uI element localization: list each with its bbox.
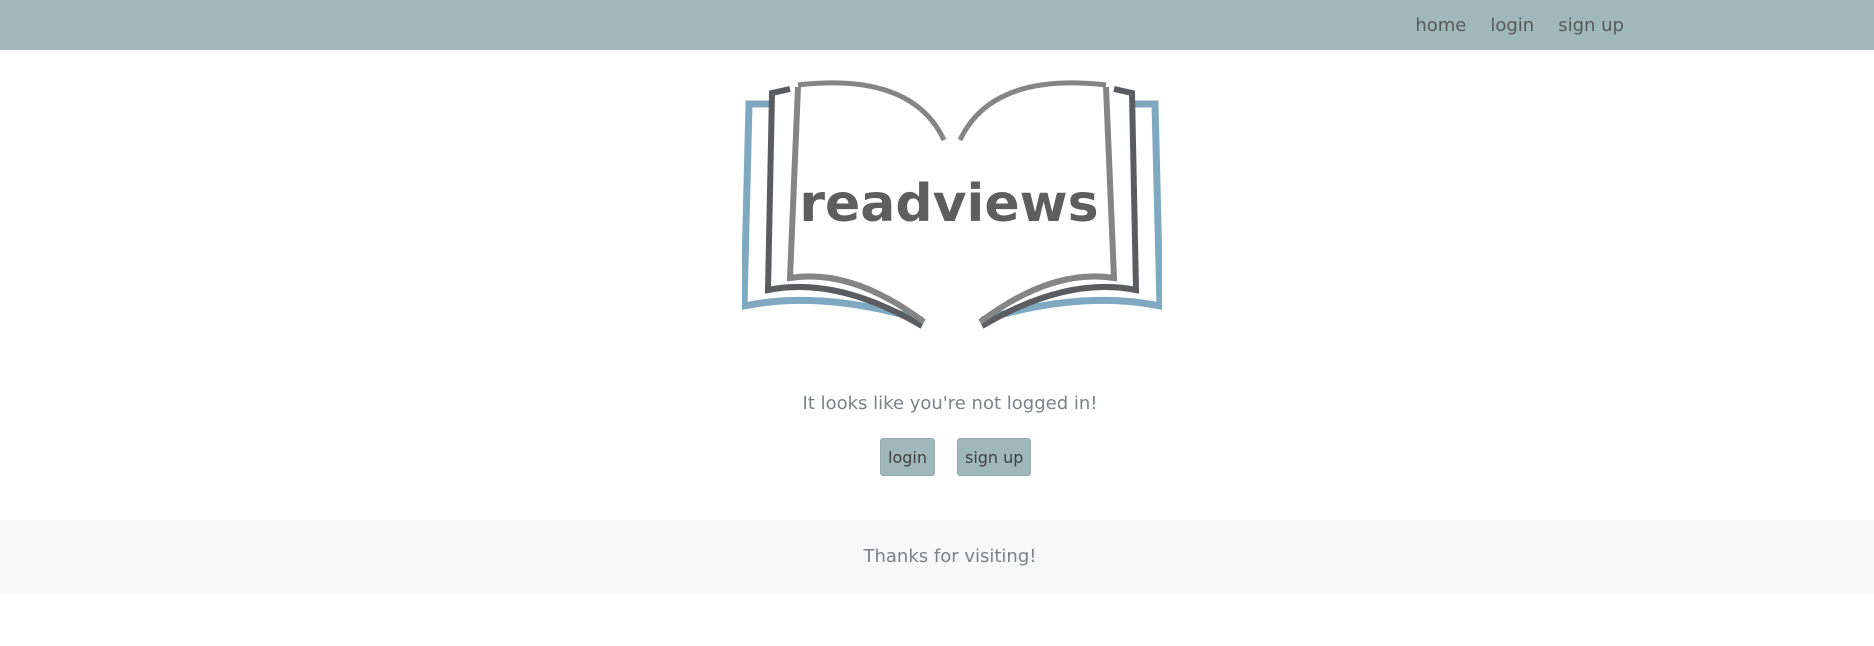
nav-links: home login sign up (1415, 0, 1624, 50)
footer-thanks-text: Thanks for visiting! (863, 546, 1037, 567)
book-right-top-curve (957, 80, 1107, 142)
nav-home-link[interactable]: home (1415, 15, 1466, 36)
nav-login-link[interactable]: login (1490, 15, 1534, 36)
nav-signup-link[interactable]: sign up (1558, 15, 1624, 36)
book-left-top-curve (797, 80, 947, 142)
readviews-book-logo: readviews (742, 80, 1162, 329)
page-footer: Thanks for visiting! (0, 520, 1874, 594)
signup-button[interactable]: sign up (956, 438, 1032, 476)
auth-actions: login sign up (880, 438, 1032, 476)
not-logged-in-message: It looks like you're not logged in! (802, 393, 1098, 414)
top-navbar: home login sign up (0, 0, 1874, 50)
logo-readviews-text: readviews (799, 174, 1098, 234)
login-button[interactable]: login (880, 438, 935, 476)
